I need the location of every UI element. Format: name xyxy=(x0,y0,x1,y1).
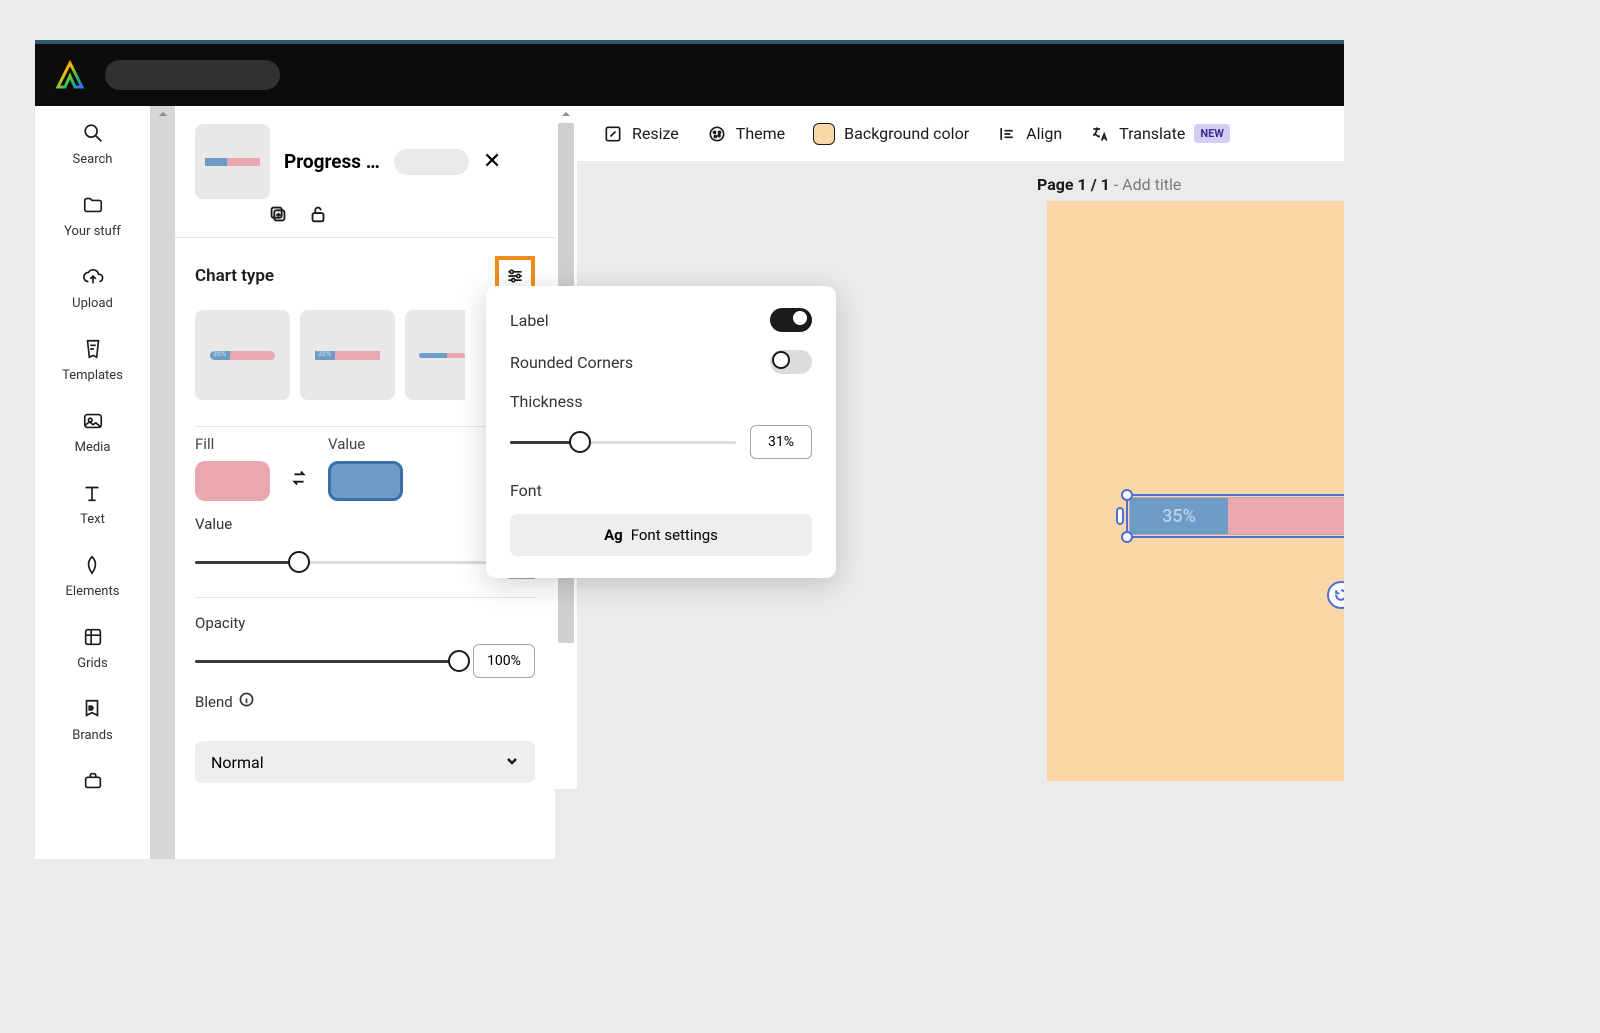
chart-type-option-rounded[interactable]: 35% xyxy=(195,310,290,400)
nav-media[interactable]: Media xyxy=(75,409,111,455)
grids-icon xyxy=(81,625,105,649)
reset-rotation-button[interactable] xyxy=(1327,581,1344,609)
nav-grids[interactable]: Grids xyxy=(77,625,107,671)
selection-outline xyxy=(1126,494,1344,538)
nav-label: Text xyxy=(80,512,105,527)
blend-select[interactable]: Normal xyxy=(195,741,535,783)
brands-icon xyxy=(80,697,104,721)
nav-label: Templates xyxy=(62,368,123,383)
artboard[interactable]: 35% xyxy=(1047,201,1344,781)
thickness-input[interactable]: 31% xyxy=(750,425,812,459)
nav-your-stuff[interactable]: Your stuff xyxy=(64,193,121,239)
text-icon xyxy=(80,481,104,505)
value-slider[interactable] xyxy=(195,561,491,564)
blend-label: Blend xyxy=(195,693,233,711)
nav-more[interactable] xyxy=(81,769,105,793)
nav-label: Brands xyxy=(72,728,113,743)
align-button[interactable]: Align xyxy=(997,124,1062,144)
info-icon[interactable] xyxy=(239,692,254,711)
nav-search[interactable]: Search xyxy=(73,121,113,167)
media-icon xyxy=(81,409,105,433)
templates-icon xyxy=(81,337,105,361)
upload-cloud-icon xyxy=(81,265,105,289)
swap-colors-icon[interactable] xyxy=(288,467,310,493)
opacity-slider[interactable] xyxy=(195,660,459,663)
chart-type-label: Chart type xyxy=(195,266,274,286)
nav-text[interactable]: Text xyxy=(80,481,105,527)
thickness-label: Thickness xyxy=(510,392,812,411)
nav-templates[interactable]: Templates xyxy=(62,337,123,383)
duplicate-icon[interactable] xyxy=(267,203,289,229)
progress-bar-element[interactable]: 35% xyxy=(1129,497,1344,535)
opacity-label: Opacity xyxy=(195,614,535,632)
scroll-up-icon[interactable] xyxy=(555,106,577,122)
nav-label: Search xyxy=(73,152,113,167)
new-badge: NEW xyxy=(1194,124,1230,143)
selection-handle[interactable] xyxy=(1121,531,1133,543)
element-tag-pill[interactable] xyxy=(394,149,469,175)
theme-button[interactable]: Theme xyxy=(707,124,785,144)
nav-label: Your stuff xyxy=(64,224,121,239)
document-title-pill[interactable] xyxy=(105,60,280,90)
nav-elements[interactable]: Elements xyxy=(66,553,120,599)
nav-brands[interactable]: Brands xyxy=(72,697,113,743)
app-logo-icon[interactable] xyxy=(55,60,85,90)
selection-handle[interactable] xyxy=(1121,489,1133,501)
resize-button[interactable]: Resize xyxy=(603,124,679,144)
element-thumbnail xyxy=(195,124,270,199)
search-icon xyxy=(81,121,105,145)
briefcase-icon xyxy=(81,769,105,793)
nav-label: Media xyxy=(75,440,111,455)
fill-color-swatch[interactable] xyxy=(195,461,270,501)
page-info[interactable]: Page 1 / 1 - Add title xyxy=(1037,175,1181,194)
rounded-corners-toggle[interactable] xyxy=(770,350,812,374)
canvas-toolbar: Resize Theme Background color Align Tran… xyxy=(577,106,1344,161)
thickness-slider[interactable] xyxy=(510,441,736,444)
label-toggle[interactable] xyxy=(770,308,812,332)
selection-handle[interactable] xyxy=(1116,507,1124,525)
folder-icon xyxy=(81,193,105,217)
nav-label: Elements xyxy=(66,584,120,599)
panel-scrollbar-left[interactable] xyxy=(150,106,175,859)
popover-rounded-text: Rounded Corners xyxy=(510,353,633,372)
font-label: Font xyxy=(510,481,812,500)
top-bar xyxy=(35,44,1344,106)
blend-value: Normal xyxy=(211,753,264,772)
value-slider-label: Value xyxy=(195,515,535,533)
opacity-input[interactable]: 100% xyxy=(473,644,535,678)
nav-label: Grids xyxy=(77,656,107,671)
fill-color-label: Fill xyxy=(195,435,270,453)
chevron-down-icon xyxy=(505,753,519,772)
nav-label: Upload xyxy=(72,296,113,311)
value-color-swatch[interactable] xyxy=(328,461,403,501)
nav-upload[interactable]: Upload xyxy=(72,265,113,311)
elements-icon xyxy=(80,553,104,577)
chart-settings-popover: Label Rounded Corners Thickness 31% Font… xyxy=(486,286,836,578)
value-color-label: Value xyxy=(328,435,403,453)
background-color-button[interactable]: Background color xyxy=(813,123,969,145)
scroll-up-icon[interactable] xyxy=(150,106,175,122)
unlock-icon[interactable] xyxy=(307,203,329,229)
close-icon[interactable]: ✕ xyxy=(483,149,501,174)
font-settings-button[interactable]: Ag Font settings xyxy=(510,514,812,556)
app-window: Search Your stuff Upload Templates Media… xyxy=(35,40,1344,859)
popover-label-text: Label xyxy=(510,311,549,330)
bg-swatch-icon xyxy=(813,123,835,145)
chart-type-option-square[interactable]: 35% xyxy=(300,310,395,400)
nav-rail: Search Your stuff Upload Templates Media… xyxy=(35,106,150,859)
chart-type-option-thin[interactable] xyxy=(405,310,465,400)
element-title: Progress … xyxy=(284,150,380,173)
translate-button[interactable]: Translate NEW xyxy=(1090,124,1230,144)
